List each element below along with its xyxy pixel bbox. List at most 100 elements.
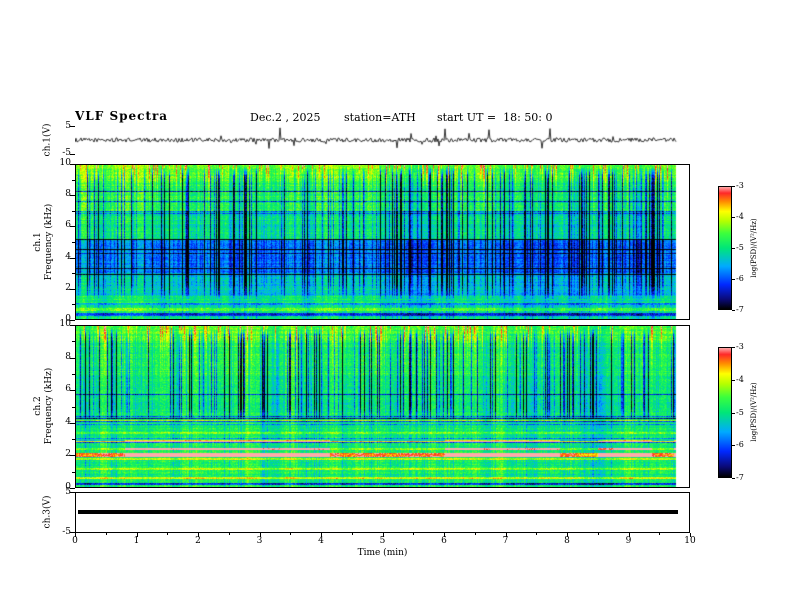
x-tick-label: 0 bbox=[72, 536, 78, 546]
spec1-y-tick-label: 10 bbox=[59, 158, 71, 168]
spec2-y-tick-label: 8 bbox=[65, 351, 71, 362]
spec1-y-tick bbox=[70, 226, 75, 228]
x-minor-tick bbox=[167, 533, 169, 535]
wave-y-tick-label: 5 bbox=[65, 121, 71, 131]
x-tick bbox=[690, 533, 691, 537]
ch3-flat-signal bbox=[78, 510, 678, 514]
ch2-spectrogram-plot bbox=[76, 326, 689, 487]
x-tick-label: 4 bbox=[318, 536, 324, 546]
x-tick-label: 9 bbox=[625, 536, 632, 546]
ylabel-axis: Frequency (kHz) bbox=[44, 203, 54, 281]
colorbar-tick-label: -5 bbox=[736, 407, 744, 417]
ch1-waveform-plot bbox=[75, 126, 690, 154]
colorbar-tick bbox=[732, 445, 735, 447]
x-tick bbox=[628, 533, 630, 537]
ch2-spectrogram-ylabel: ch.2 Frequency (kHz) bbox=[33, 368, 55, 445]
x-tick bbox=[198, 533, 199, 537]
spec2-y-tick-label: 2 bbox=[65, 449, 71, 460]
colorbar-tick-label: -5 bbox=[736, 243, 744, 252]
ch1-spectrogram-plot bbox=[76, 165, 689, 319]
spec1-y-tick bbox=[70, 164, 75, 165]
colorbar-ch1-label: log(PSD)/(V²/Hz) bbox=[749, 218, 758, 278]
colorbar-tick-label: -4 bbox=[736, 374, 744, 384]
colorbar-tick bbox=[732, 248, 735, 249]
spec2-y-tick-label: 4 bbox=[65, 416, 71, 427]
ch3-y-tick-label: 5 bbox=[65, 487, 71, 497]
spec1-y-tick bbox=[70, 195, 75, 197]
colorbar-tick-label: -7 bbox=[736, 473, 744, 482]
figure-title: VLF Spectra bbox=[75, 109, 169, 123]
colorbar-tick bbox=[732, 279, 735, 280]
spec2-y-tick-minor bbox=[72, 373, 75, 375]
ch3-y-tick-label: -5 bbox=[62, 527, 71, 537]
x-minor-tick bbox=[228, 533, 230, 535]
x-tick-label: 8 bbox=[564, 536, 570, 546]
spec1-y-tick-label: 6 bbox=[65, 220, 71, 231]
x-tick-label: 10 bbox=[684, 536, 696, 546]
spec2-y-tick bbox=[70, 325, 75, 326]
spec2-y-tick-minor bbox=[72, 439, 75, 441]
x-tick-label: 5 bbox=[379, 536, 386, 546]
ch3-waveform-ylabel: ch.3(V) bbox=[42, 495, 53, 529]
colorbar-tick bbox=[732, 347, 735, 348]
x-tick bbox=[321, 533, 322, 537]
x-minor-tick bbox=[659, 533, 661, 535]
x-tick-label: 2 bbox=[195, 536, 201, 546]
spec2-y-tick-minor bbox=[72, 406, 75, 408]
spec2-y-tick bbox=[70, 422, 75, 424]
colorbar-tick bbox=[732, 186, 735, 187]
x-tick-label: 1 bbox=[133, 536, 140, 546]
x-minor-tick bbox=[105, 533, 107, 535]
figure-date: Dec.2 , 2025 bbox=[250, 111, 321, 124]
x-tick bbox=[136, 533, 138, 537]
x-tick bbox=[259, 533, 261, 537]
x-tick-label: 7 bbox=[502, 536, 509, 546]
spec2-y-tick-minor bbox=[72, 341, 75, 343]
spec2-y-tick bbox=[70, 357, 75, 359]
x-tick bbox=[505, 533, 507, 537]
colorbar-tick bbox=[732, 310, 735, 311]
vlf-spectra-figure: VLF Spectra Dec.2 , 2025 station=ATH sta… bbox=[0, 0, 792, 612]
x-tick-label: 6 bbox=[441, 536, 447, 546]
spec2-y-tick bbox=[70, 390, 75, 392]
spec2-y-tick-label: 6 bbox=[65, 384, 71, 395]
x-tick-label: 3 bbox=[256, 536, 263, 546]
colorbar-tick-label: -3 bbox=[736, 181, 744, 190]
x-minor-tick bbox=[597, 533, 599, 535]
x-minor-tick bbox=[413, 533, 415, 535]
colorbar-tick bbox=[732, 379, 735, 381]
wave-y-tick bbox=[70, 154, 75, 155]
colorbar-ch2-label: log(PSD)/(V²/Hz) bbox=[749, 382, 758, 442]
x-minor-tick bbox=[474, 533, 476, 535]
colorbar-tick-label: -6 bbox=[736, 274, 744, 283]
ylabel-axis: Frequency (kHz) bbox=[44, 367, 54, 445]
x-tick bbox=[75, 533, 76, 537]
colorbar-tick-label: -4 bbox=[736, 212, 744, 221]
wave-y-tick bbox=[70, 126, 75, 127]
spec1-y-tick-minor bbox=[72, 179, 75, 181]
colorbar-tick bbox=[732, 217, 735, 218]
spec1-y-tick-minor bbox=[72, 210, 75, 212]
spec2-y-tick-minor bbox=[72, 471, 75, 473]
ylabel-channel: ch.2 bbox=[33, 396, 44, 416]
spec1-y-tick bbox=[70, 257, 75, 259]
x-tick bbox=[567, 533, 568, 537]
x-minor-tick bbox=[290, 533, 292, 535]
spec1-y-tick-label: 4 bbox=[65, 251, 71, 262]
spec2-y-tick-label: 10 bbox=[59, 319, 71, 329]
start-ut-label: start UT = 18: 50: 0 bbox=[437, 111, 553, 124]
wave-y-tick-label: -5 bbox=[62, 148, 71, 158]
colorbar-tick bbox=[732, 478, 735, 479]
x-minor-tick bbox=[351, 533, 353, 535]
x-tick bbox=[444, 533, 445, 537]
spec1-y-tick bbox=[70, 288, 75, 290]
colorbar-tick-label: -6 bbox=[736, 440, 744, 450]
time-axis-label: Time (min) bbox=[357, 548, 408, 558]
ch3-y-tick bbox=[70, 492, 75, 493]
ylabel-channel: ch.1 bbox=[33, 232, 44, 252]
ch1-spectrogram-panel bbox=[75, 164, 690, 320]
spec1-y-tick-minor bbox=[72, 304, 75, 306]
colorbar-ch1 bbox=[718, 186, 732, 310]
colorbar-tick-label: -7 bbox=[736, 305, 744, 314]
spec1-y-tick-minor bbox=[72, 273, 75, 275]
